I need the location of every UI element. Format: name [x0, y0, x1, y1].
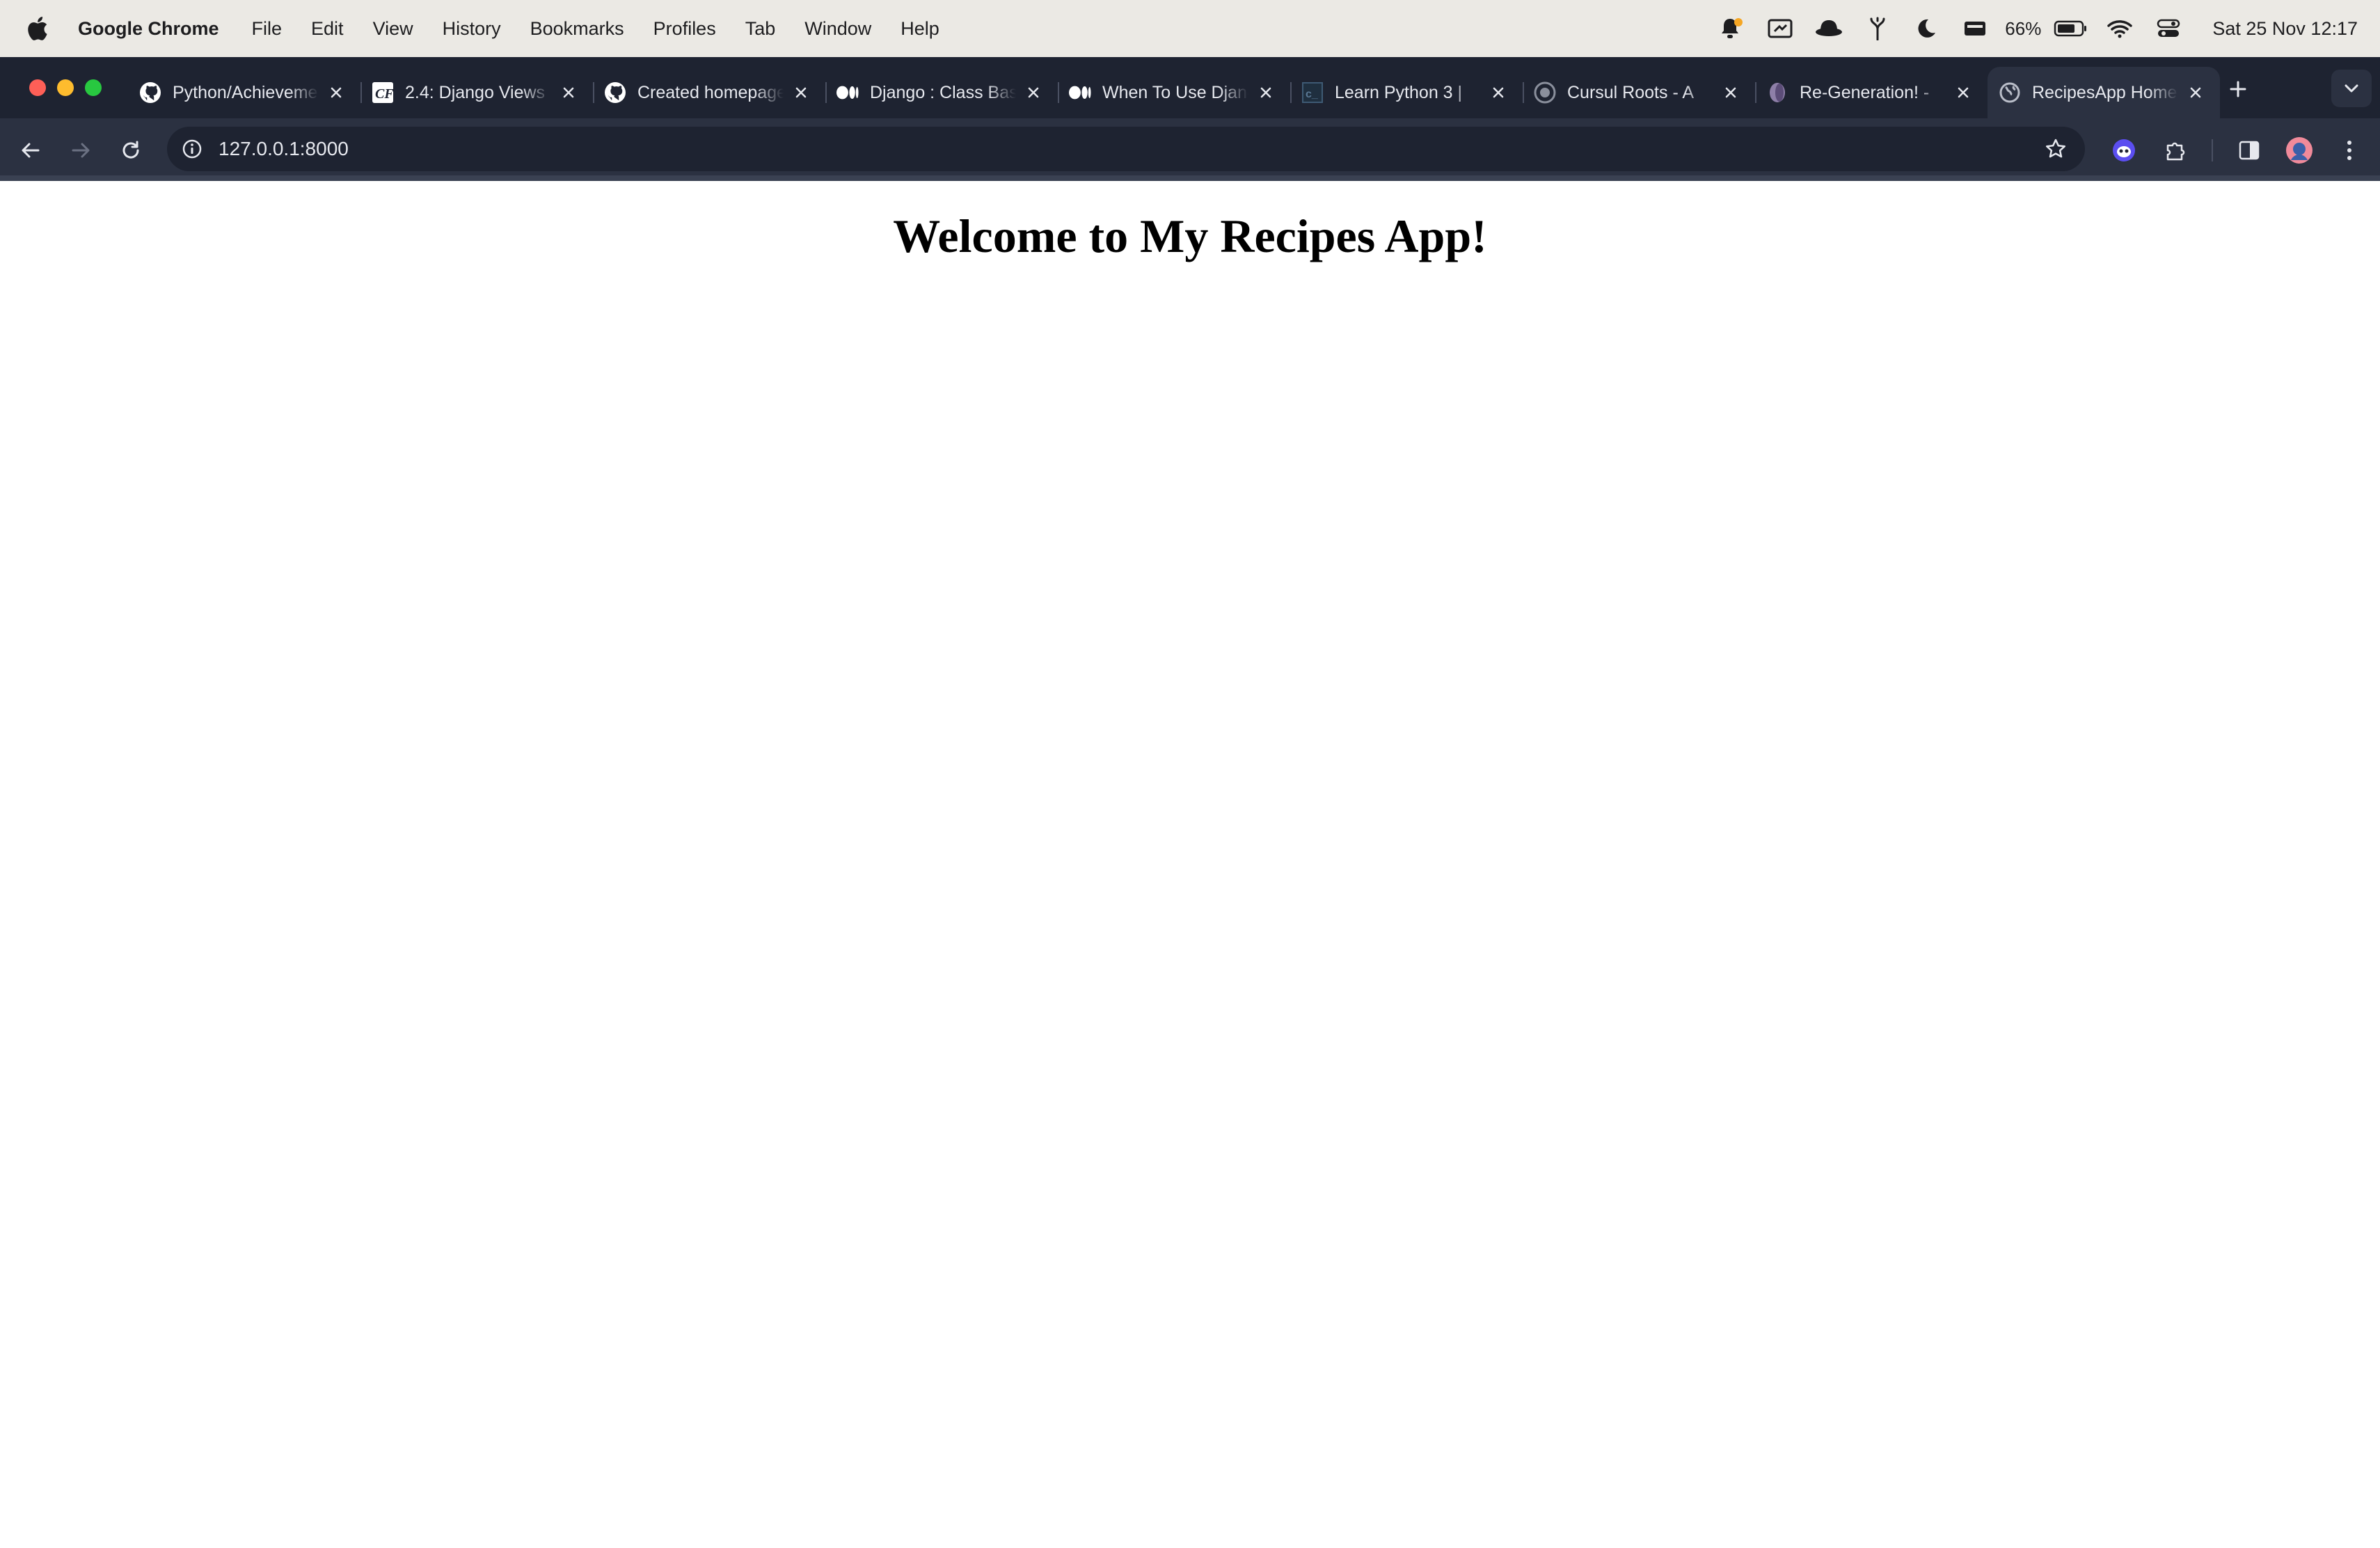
window-controls: [29, 79, 102, 96]
tab-close-icon[interactable]: [1023, 82, 1044, 103]
menubar-clock[interactable]: Sat 25 Nov 12:17: [2193, 18, 2358, 40]
tab-list: Python/Achievement CF 2.4: Django Views …: [128, 67, 2220, 118]
forward-button[interactable]: [61, 131, 100, 170]
page-viewport: Welcome to My Recipes App!: [0, 181, 2380, 1548]
regeneration-icon: [1766, 81, 1788, 104]
tab-title: When To Use Django: [1102, 82, 1248, 102]
menu-app-name[interactable]: Google Chrome: [78, 18, 237, 40]
menu-window[interactable]: Window: [790, 18, 886, 40]
menu-view[interactable]: View: [358, 18, 428, 40]
fork-icon[interactable]: [1853, 0, 1902, 57]
tab-cursul-roots[interactable]: Cursul Roots - A: [1523, 67, 1755, 118]
macos-menu-bar: Google Chrome File Edit View History Boo…: [0, 0, 2380, 57]
globe-icon: [1999, 81, 2021, 104]
tab-close-icon[interactable]: [558, 82, 579, 103]
medium-icon: [1069, 81, 1091, 104]
menu-profiles[interactable]: Profiles: [639, 18, 731, 40]
careerfoundry-icon: CF: [372, 81, 394, 104]
tab-close-icon[interactable]: [1255, 82, 1276, 103]
codecademy-icon: c_: [1301, 81, 1324, 104]
url-text[interactable]: 127.0.0.1:8000: [219, 127, 349, 171]
svg-text:c_: c_: [1306, 88, 1319, 100]
tab-search-button[interactable]: [2331, 70, 2372, 107]
tab-when-to-use-django[interactable]: When To Use Django: [1058, 67, 1290, 118]
menu-extra-icon[interactable]: [1951, 0, 1999, 57]
window-minimize-button[interactable]: [57, 79, 74, 96]
tab-learn-python[interactable]: c_ Learn Python 3 |: [1290, 67, 1523, 118]
tab-title: Created homepage: [637, 82, 784, 102]
notification-bell-icon[interactable]: [1707, 0, 1756, 57]
tab-title: Re-Generation! -: [1800, 82, 1930, 102]
tab-github-achievement[interactable]: Python/Achievement: [128, 67, 360, 118]
tab-title: Django : Class Based: [870, 82, 1016, 102]
browser-tab-strip: Python/Achievement CF 2.4: Django Views …: [0, 57, 2380, 118]
site-info-icon[interactable]: [180, 136, 205, 161]
github-icon: [139, 81, 161, 104]
extension-ghost-icon[interactable]: [2104, 131, 2143, 170]
tab-close-icon[interactable]: [1488, 82, 1509, 103]
tab-title: Cursul Roots - A: [1567, 82, 1695, 102]
roots-icon: [1534, 81, 1556, 104]
tab-recipesapp-home[interactable]: RecipesApp Home: [1988, 67, 2220, 118]
window-close-button[interactable]: [29, 79, 46, 96]
status-area: 66% Sat 25 Nov 12:17: [1707, 0, 2358, 57]
apple-logo-icon[interactable]: [24, 15, 51, 42]
svg-text:CF: CF: [375, 86, 394, 102]
screen-share-icon[interactable]: [1756, 0, 1804, 57]
bookmark-star-icon[interactable]: [2043, 136, 2068, 161]
menu-help[interactable]: Help: [886, 18, 954, 40]
moon-icon[interactable]: [1902, 0, 1951, 57]
menu-history[interactable]: History: [428, 18, 516, 40]
tab-close-icon[interactable]: [1953, 82, 1974, 103]
chrome-menu-icon[interactable]: [2330, 131, 2369, 170]
tab-close-icon[interactable]: [2185, 82, 2206, 103]
toolbar-divider: [2212, 139, 2213, 161]
tab-close-icon[interactable]: [1720, 82, 1741, 103]
github-icon: [604, 81, 626, 104]
tab-re-generation[interactable]: Re-Generation! -: [1755, 67, 1988, 118]
address-bar[interactable]: 127.0.0.1:8000: [167, 127, 2085, 171]
tab-title: RecipesApp Home: [2032, 82, 2177, 102]
menu-tab[interactable]: Tab: [731, 18, 791, 40]
page-heading: Welcome to My Recipes App!: [893, 210, 1487, 262]
tab-title: Learn Python 3 |: [1335, 82, 1463, 102]
tab-django-class-based[interactable]: Django : Class Based: [825, 67, 1058, 118]
back-button[interactable]: [11, 131, 50, 170]
extensions-puzzle-icon[interactable]: [2156, 131, 2195, 170]
medium-icon: [836, 81, 859, 104]
battery-percent: 66%: [2005, 17, 2042, 39]
control-center-icon[interactable]: [2144, 0, 2193, 57]
incognito-hat-icon[interactable]: [1804, 0, 1853, 57]
new-tab-button[interactable]: [2220, 71, 2256, 107]
battery-icon[interactable]: [2047, 0, 2095, 57]
tab-github-homepage[interactable]: Created homepage: [593, 67, 825, 118]
tab-title: Python/Achievement: [173, 82, 319, 102]
browser-toolbar: 127.0.0.1:8000: [0, 118, 2380, 181]
tab-close-icon[interactable]: [326, 82, 347, 103]
menu-bookmarks[interactable]: Bookmarks: [516, 18, 639, 40]
tab-title: 2.4: Django Views: [405, 82, 546, 102]
side-panel-icon[interactable]: [2230, 131, 2269, 170]
wifi-icon[interactable]: [2095, 0, 2144, 57]
tab-close-icon[interactable]: [791, 82, 811, 103]
menu-edit[interactable]: Edit: [296, 18, 358, 40]
menu-file[interactable]: File: [237, 18, 297, 40]
tab-django-views[interactable]: CF 2.4: Django Views: [360, 67, 593, 118]
reload-button[interactable]: [111, 131, 150, 170]
profile-avatar[interactable]: [2280, 131, 2319, 170]
window-zoom-button[interactable]: [85, 79, 102, 96]
